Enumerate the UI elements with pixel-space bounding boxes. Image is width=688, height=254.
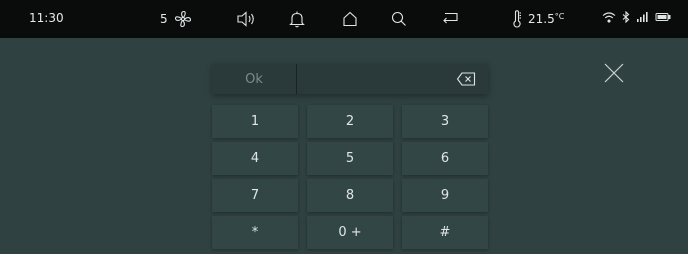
fan-control[interactable]: 5 (160, 10, 192, 28)
key-0-plus[interactable]: 0 + (307, 216, 393, 249)
home-icon[interactable] (340, 9, 360, 29)
temperature-value: 21.5 (528, 12, 555, 26)
key-1[interactable]: 1 (212, 105, 298, 138)
key-2[interactable]: 2 (307, 105, 393, 138)
close-button[interactable] (601, 60, 627, 86)
key-5[interactable]: 5 (307, 142, 393, 175)
temperature-unit: °C (554, 12, 565, 21)
volume-icon[interactable] (236, 9, 256, 29)
signal-icon (636, 11, 650, 23)
backspace-button[interactable] (456, 72, 476, 86)
bell-icon[interactable] (287, 9, 307, 29)
key-9[interactable]: 9 (402, 179, 488, 212)
backspace-icon (456, 72, 476, 86)
key-6[interactable]: 6 (402, 142, 488, 175)
wifi-icon (602, 11, 616, 23)
status-bar: 11:30 5 21.5°C (0, 0, 688, 38)
fan-level: 5 (160, 12, 168, 26)
dial-keypad: Ok 1 2 3 4 5 6 7 8 9 * 0 + # (212, 64, 488, 254)
key-8[interactable]: 8 (307, 179, 393, 212)
search-icon[interactable] (389, 9, 409, 29)
key-4[interactable]: 4 (212, 142, 298, 175)
bluetooth-icon (621, 11, 631, 23)
system-indicators (602, 11, 671, 23)
temperature-display[interactable]: 21.5°C (512, 10, 564, 28)
key-hash[interactable]: # (402, 216, 488, 249)
ok-button[interactable]: Ok (212, 64, 297, 94)
key-3[interactable]: 3 (402, 105, 488, 138)
battery-icon (655, 12, 671, 22)
key-star[interactable]: * (212, 216, 298, 249)
key-7[interactable]: 7 (212, 179, 298, 212)
back-icon[interactable] (440, 9, 460, 29)
clock: 11:30 (29, 11, 64, 25)
entry-row: Ok (212, 64, 488, 94)
fan-icon (174, 10, 192, 28)
close-icon (604, 63, 624, 83)
thermometer-icon (512, 10, 522, 28)
